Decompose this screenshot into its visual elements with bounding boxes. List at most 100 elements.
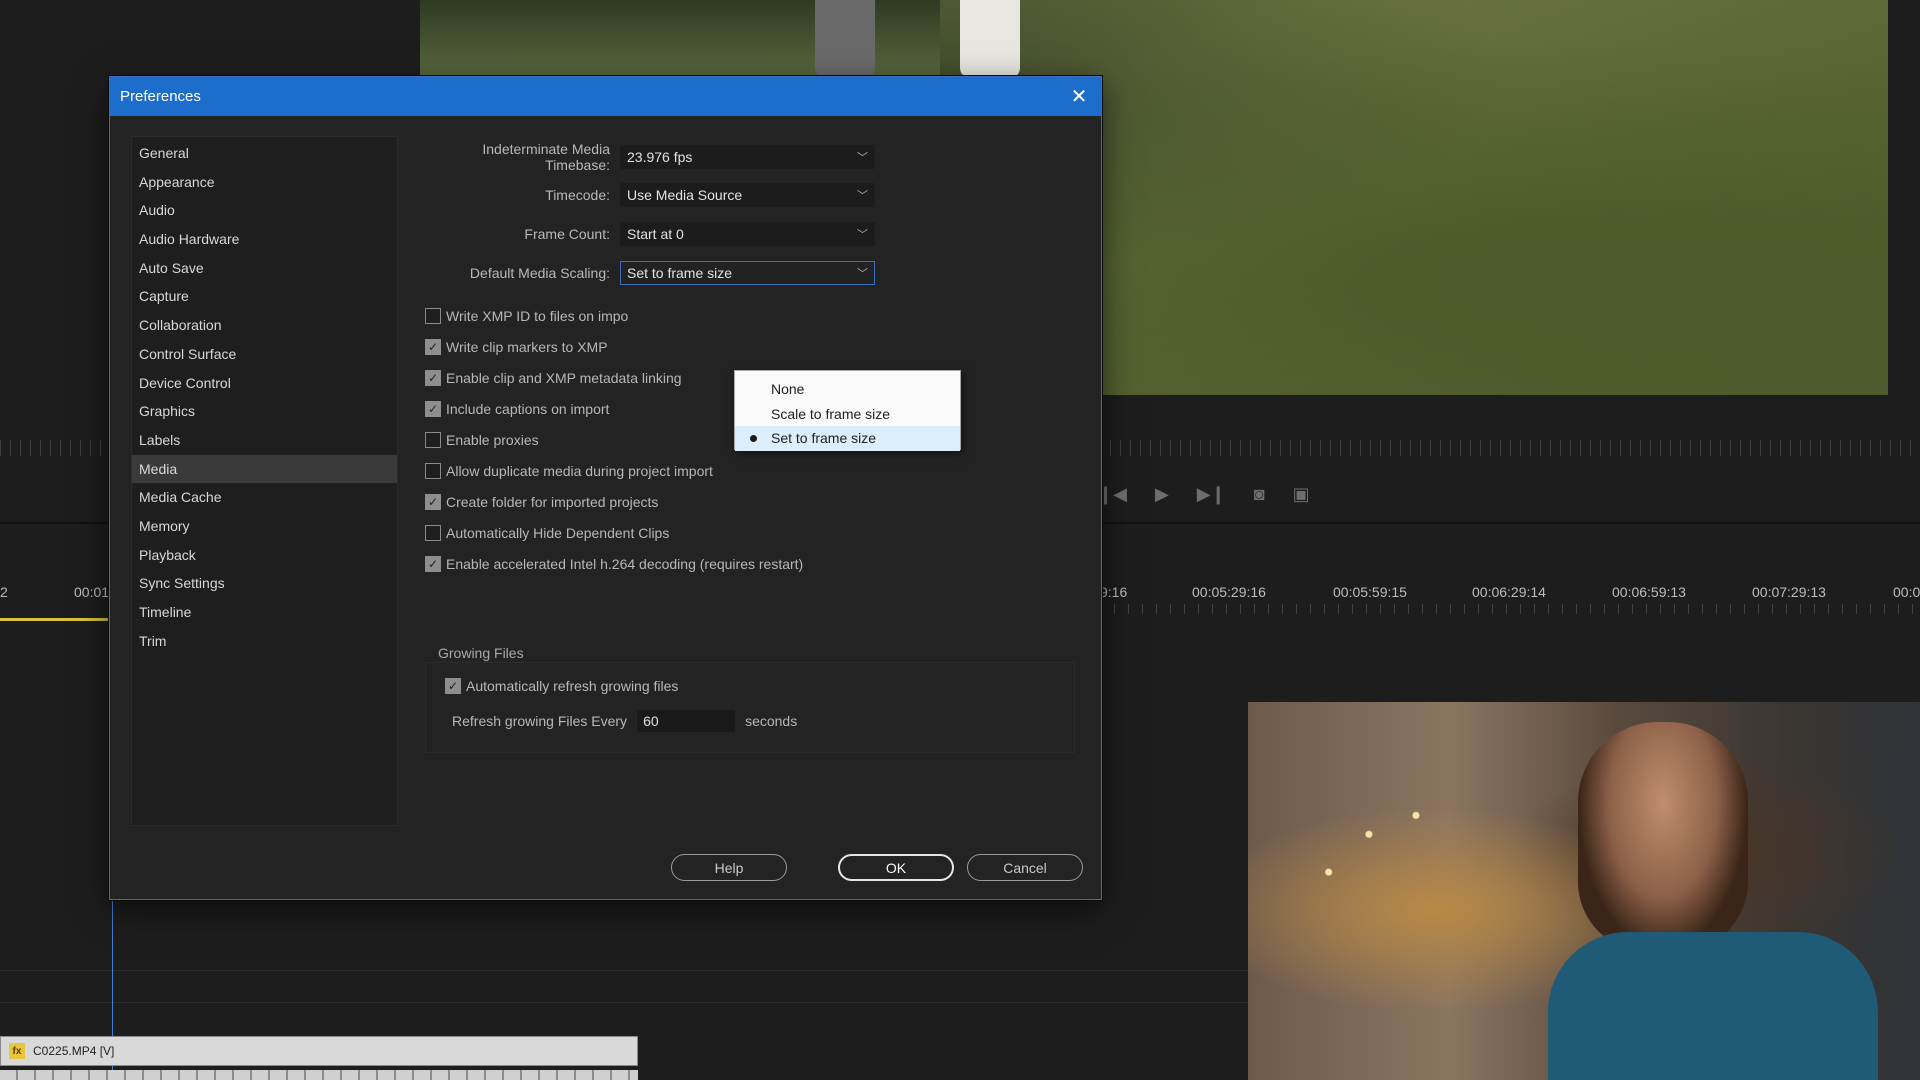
preferences-dialog: Preferences ✕ General Appearance Audio A… <box>109 76 1102 900</box>
dialog-titlebar[interactable]: Preferences ✕ <box>110 77 1101 116</box>
chevron-down-icon: ﹀ <box>857 190 868 202</box>
checkbox-row-include-captions[interactable]: ✓ Include captions on import <box>425 398 609 420</box>
sidebar-item-media[interactable]: Media <box>132 454 397 484</box>
checkbox-label: Enable clip and XMP metadata linking <box>446 370 682 386</box>
sidebar-item-memory[interactable]: Memory <box>132 512 397 541</box>
sidebar-item-appearance[interactable]: Appearance <box>132 168 397 197</box>
scaling-select[interactable]: Set to frame size ﹀ <box>620 261 875 285</box>
scaling-row: Default Media Scaling: Set to frame size… <box>415 260 875 286</box>
fx-badge-icon: fx <box>9 1043 25 1059</box>
checkbox-label: Include captions on import <box>446 401 610 417</box>
growing-files-title: Growing Files <box>436 645 526 661</box>
sidebar-item-audio[interactable]: Audio <box>132 196 397 225</box>
checkbox-checked[interactable]: ✓ <box>425 401 441 417</box>
checkbox-row-metadata-linking[interactable]: ✓ Enable clip and XMP metadata linking <box>425 367 682 389</box>
timecode-label: 00:05:59:15 <box>1333 584 1407 600</box>
timeline-clip-audio[interactable] <box>0 1070 638 1080</box>
checkbox-label: Automatically Hide Dependent Clips <box>446 525 670 541</box>
frame-count-select[interactable]: Start at 0 ﹀ <box>620 222 875 246</box>
checkbox-label: Allow duplicate media during project imp… <box>446 463 713 479</box>
sidebar-item-general[interactable]: General <box>132 139 397 168</box>
sidebar-item-auto-save[interactable]: Auto Save <box>132 254 397 283</box>
timecode-label: 00:05:29:16 <box>1192 584 1266 600</box>
timecode-label: Timecode: <box>545 187 610 203</box>
dropdown-option-scale-to-frame-size[interactable]: Scale to frame size <box>735 402 960 427</box>
chevron-down-icon: ﹀ <box>857 268 868 280</box>
checkbox-row-enable-proxies[interactable]: Enable proxies <box>425 429 539 451</box>
scaling-dropdown-menu: None Scale to frame size Set to frame si… <box>734 370 961 451</box>
checkbox-row-write-xmp-id[interactable]: Write XMP ID to files on impo <box>425 305 628 327</box>
timeline-work-area-bar <box>0 618 110 621</box>
checkbox-label: Write clip markers to XMP <box>446 339 608 355</box>
sidebar-item-capture[interactable]: Capture <box>132 282 397 311</box>
sidebar-item-collaboration[interactable]: Collaboration <box>132 311 397 340</box>
timeline-clip[interactable]: fx C0225.MP4 [V] <box>0 1036 638 1066</box>
clip-label: C0225.MP4 [V] <box>33 1044 115 1058</box>
checkbox-row-intel-h264[interactable]: ✓ Enable accelerated Intel h.264 decodin… <box>425 553 803 575</box>
checkbox-label: Create folder for imported projects <box>446 494 659 510</box>
scaling-label: Default Media Scaling: <box>469 265 610 281</box>
checkbox-checked[interactable]: ✓ <box>425 494 441 510</box>
transport-controls: ❙◀ ▶ ▶❙ ◙ ▣ <box>1098 484 1310 505</box>
checkbox-checked[interactable]: ✓ <box>425 370 441 386</box>
dropdown-option-set-to-frame-size[interactable]: Set to frame size <box>735 426 960 451</box>
checkbox[interactable] <box>425 432 441 448</box>
ok-button[interactable]: OK <box>838 854 954 881</box>
checkbox-row-write-clip-markers[interactable]: ✓ Write clip markers to XMP <box>425 336 608 358</box>
checkbox[interactable] <box>425 463 441 479</box>
timecode-select[interactable]: Use Media Source ﹀ <box>620 183 875 207</box>
close-icon[interactable]: ✕ <box>1067 85 1091 109</box>
option-label: Scale to frame size <box>771 405 891 422</box>
option-label: Set to frame size <box>771 430 877 447</box>
timeline-timecodes: 9:16 00:05:29:16 00:05:59:15 00:06:29:14… <box>1100 584 1920 604</box>
comparison-view-icon[interactable]: ▣ <box>1293 484 1310 505</box>
timecode-label: 00:0 <box>1893 584 1920 600</box>
timecode-label: 00:07:29:13 <box>1752 584 1826 600</box>
sidebar-item-audio-hardware[interactable]: Audio Hardware <box>132 225 397 254</box>
frame-count-label: Frame Count: <box>524 226 610 242</box>
growing-files-group: Growing Files ✓ Automatically refresh gr… <box>425 645 1075 753</box>
sidebar-item-media-cache[interactable]: Media Cache <box>132 483 397 512</box>
video-person-groom <box>815 0 875 78</box>
scaling-value: Set to frame size <box>627 265 733 281</box>
step-back-icon[interactable]: ❙◀ <box>1098 484 1127 505</box>
step-forward-icon[interactable]: ▶❙ <box>1197 484 1226 505</box>
checkbox[interactable] <box>425 308 441 324</box>
sidebar-item-graphics[interactable]: Graphics <box>132 397 397 426</box>
timebase-label: Indeterminate Media Timebase: <box>482 141 610 173</box>
cancel-button[interactable]: Cancel <box>967 854 1083 881</box>
chevron-down-icon: ﹀ <box>857 229 868 241</box>
timecode-label: 00:01 <box>74 584 110 600</box>
preferences-sidebar: General Appearance Audio Audio Hardware … <box>131 136 398 826</box>
timeline-ruler[interactable] <box>1100 604 1920 614</box>
checkbox-row-allow-duplicate[interactable]: Allow duplicate media during project imp… <box>425 460 713 482</box>
refresh-label: Refresh growing Files Every <box>452 713 628 729</box>
checkbox-row-create-folder[interactable]: ✓ Create folder for imported projects <box>425 491 658 513</box>
checkbox-row-auto-refresh[interactable]: ✓ Automatically refresh growing files <box>445 675 678 697</box>
checkbox-checked[interactable]: ✓ <box>425 556 441 572</box>
checkbox-label: Write XMP ID to files on impo <box>446 308 629 324</box>
export-frame-icon[interactable]: ◙ <box>1254 484 1265 505</box>
refresh-interval-input[interactable]: 60 <box>637 710 736 732</box>
checkbox-checked[interactable]: ✓ <box>425 339 441 355</box>
checkbox-row-hide-dependent-clips[interactable]: Automatically Hide Dependent Clips <box>425 522 669 544</box>
sidebar-item-trim[interactable]: Trim <box>132 627 397 656</box>
sidebar-item-sync-settings[interactable]: Sync Settings <box>132 569 397 598</box>
sidebar-item-control-surface[interactable]: Control Surface <box>132 340 397 369</box>
sidebar-item-timeline[interactable]: Timeline <box>132 598 397 627</box>
sidebar-item-device-control[interactable]: Device Control <box>132 369 397 398</box>
selected-dot-icon <box>735 434 771 442</box>
refresh-interval-row: Refresh growing Files Every 60 seconds <box>452 710 797 732</box>
help-button[interactable]: Help <box>671 854 787 881</box>
play-icon[interactable]: ▶ <box>1155 484 1169 505</box>
option-label: None <box>771 381 805 398</box>
sidebar-item-playback[interactable]: Playback <box>132 541 397 570</box>
video-person-face <box>1578 722 1748 952</box>
timebase-select[interactable]: 23.976 fps ﹀ <box>620 145 875 169</box>
dropdown-option-none[interactable]: None <box>735 377 960 402</box>
sidebar-item-labels[interactable]: Labels <box>132 426 397 455</box>
video-person-bride <box>960 0 1020 78</box>
checkbox-checked[interactable]: ✓ <box>445 678 461 694</box>
frame-count-value: Start at 0 <box>627 226 684 242</box>
checkbox[interactable] <box>425 525 441 541</box>
